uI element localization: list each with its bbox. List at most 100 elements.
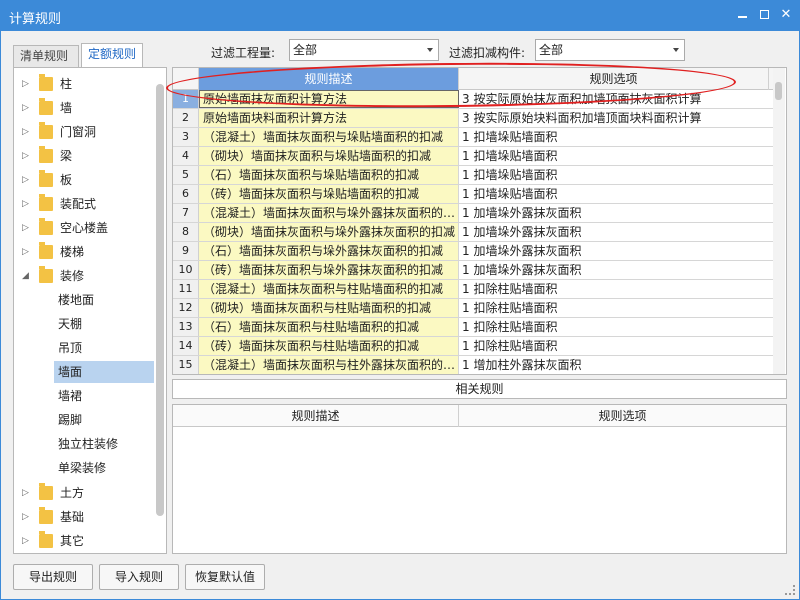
- expand-arrow-icon[interactable]: ▷: [22, 505, 29, 529]
- expand-arrow-icon[interactable]: ▷: [22, 192, 29, 216]
- row-number[interactable]: 10: [173, 261, 199, 279]
- tree-node[interactable]: ▷ 基础: [14, 505, 154, 529]
- tree-node[interactable]: ▷ 楼梯: [14, 240, 154, 264]
- tree-node[interactable]: ▷ 门窗洞: [14, 120, 154, 144]
- tree-node[interactable]: ▷ 柱: [14, 72, 154, 96]
- expand-arrow-icon[interactable]: ▷: [22, 529, 29, 553]
- expand-arrow-icon[interactable]: ▷: [22, 120, 29, 144]
- row-number[interactable]: 7: [173, 204, 199, 222]
- table-row[interactable]: 13 （石）墙面抹灰面积与柱贴墙面积的扣减 1 扣除柱贴墙面积: [173, 318, 773, 337]
- table-row[interactable]: 6 （砖）墙面抹灰面积与垛贴墙面积的扣减 1 扣墙垛贴墙面积: [173, 185, 773, 204]
- tree-scrollbar[interactable]: [156, 84, 164, 516]
- expand-arrow-icon[interactable]: ▷: [22, 144, 29, 168]
- scroll-thumb[interactable]: [775, 82, 782, 100]
- table-row[interactable]: 2 原始墙面块料面积计算方法 3 按实际原始块料面积加墙顶面块料面积计算: [173, 109, 773, 128]
- table-row[interactable]: 9 （石）墙面抹灰面积与垛外露抹灰面积的扣减 1 加墙垛外露抹灰面积: [173, 242, 773, 261]
- row-number[interactable]: 2: [173, 109, 199, 127]
- rule-description-cell[interactable]: （砌块）墙面抹灰面积与垛贴墙面积的扣减: [199, 147, 459, 165]
- tree-leaf[interactable]: 单梁装修: [54, 457, 154, 479]
- table-row[interactable]: 10 （砖）墙面抹灰面积与垛外露抹灰面积的扣减 1 加墙垛外露抹灰面积: [173, 261, 773, 280]
- table-row[interactable]: 8 （砌块）墙面抹灰面积与垛外露抹灰面积的扣减 1 加墙垛外露抹灰面积: [173, 223, 773, 242]
- tree-leaf[interactable]: 天棚: [54, 313, 154, 335]
- maximize-icon[interactable]: [753, 4, 775, 26]
- related-rules-bar[interactable]: 相关规则: [172, 379, 787, 399]
- row-number[interactable]: 5: [173, 166, 199, 184]
- rule-description-cell[interactable]: （混凝土）墙面抹灰面积与柱外露抹灰面积的…: [199, 356, 459, 374]
- row-number[interactable]: 9: [173, 242, 199, 260]
- rule-description-cell[interactable]: 原始墙面块料面积计算方法: [199, 109, 459, 127]
- export-rules-button[interactable]: 导出规则: [13, 564, 93, 590]
- restore-defaults-button[interactable]: 恢复默认值: [185, 564, 265, 590]
- rule-description-cell[interactable]: （混凝土）墙面抹灰面积与垛贴墙面积的扣减: [199, 128, 459, 146]
- table-row[interactable]: 11 （混凝土）墙面抹灰面积与柱贴墙面积的扣减 1 扣除柱贴墙面积: [173, 280, 773, 299]
- row-number[interactable]: 6: [173, 185, 199, 203]
- tree-node[interactable]: ▷ 梁: [14, 144, 154, 168]
- table-row[interactable]: 14 （砖）墙面抹灰面积与柱贴墙面积的扣减 1 扣除柱贴墙面积: [173, 337, 773, 356]
- row-number[interactable]: 4: [173, 147, 199, 165]
- rule-option-cell[interactable]: 1 加墙垛外露抹灰面积: [459, 242, 769, 260]
- rule-option-cell[interactable]: 1 扣墙垛贴墙面积: [459, 147, 769, 165]
- rule-option-cell[interactable]: 1 扣墙垛贴墙面积: [459, 166, 769, 184]
- rule-option-cell[interactable]: 1 扣除柱贴墙面积: [459, 337, 769, 355]
- tree-leaf[interactable]: 楼地面: [54, 289, 154, 311]
- expand-arrow-icon[interactable]: ▷: [22, 216, 29, 240]
- tab-list-rules[interactable]: 清单规则: [13, 45, 79, 67]
- rule-description-cell[interactable]: （石）墙面抹灰面积与垛贴墙面积的扣减: [199, 166, 459, 184]
- rule-description-cell[interactable]: （石）墙面抹灰面积与垛外露抹灰面积的扣减: [199, 242, 459, 260]
- related-desc-header[interactable]: 规则描述: [173, 405, 459, 427]
- rule-option-cell[interactable]: 1 增加柱外露抹灰面积: [459, 356, 769, 374]
- expand-arrow-icon[interactable]: ▷: [22, 481, 29, 505]
- rule-description-cell[interactable]: （砖）墙面抹灰面积与柱贴墙面积的扣减: [199, 337, 459, 355]
- table-row[interactable]: 3 （混凝土）墙面抹灰面积与垛贴墙面积的扣减 1 扣墙垛贴墙面积: [173, 128, 773, 147]
- collapse-arrow-icon[interactable]: ◢: [22, 264, 29, 288]
- import-rules-button[interactable]: 导入规则: [99, 564, 179, 590]
- tree-leaf[interactable]: 踢脚: [54, 409, 154, 431]
- rule-option-cell[interactable]: 1 扣墙垛贴墙面积: [459, 128, 769, 146]
- rule-option-cell[interactable]: 1 加墙垛外露抹灰面积: [459, 261, 769, 279]
- row-number[interactable]: 8: [173, 223, 199, 241]
- close-icon[interactable]: ✕: [775, 4, 797, 26]
- rule-option-cell[interactable]: 1 加墙垛外露抹灰面积: [459, 204, 769, 222]
- rule-description-cell[interactable]: （砌块）墙面抹灰面积与垛外露抹灰面积的扣减: [199, 223, 459, 241]
- resize-grip-icon[interactable]: [785, 585, 795, 595]
- rule-option-cell[interactable]: 1 扣除柱贴墙面积: [459, 318, 769, 336]
- row-number[interactable]: 3: [173, 128, 199, 146]
- row-number[interactable]: 12: [173, 299, 199, 317]
- minimize-icon[interactable]: [731, 4, 753, 26]
- row-number[interactable]: 11: [173, 280, 199, 298]
- related-option-header[interactable]: 规则选项: [459, 405, 786, 427]
- tree-node-expanded[interactable]: ◢ 装修: [14, 264, 154, 288]
- expand-arrow-icon[interactable]: ▷: [22, 168, 29, 192]
- tree-leaf[interactable]: 吊顶: [54, 337, 154, 359]
- tree-leaf[interactable]: 墙裙: [54, 385, 154, 407]
- rule-description-cell[interactable]: （砌块）墙面抹灰面积与柱贴墙面积的扣减: [199, 299, 459, 317]
- row-number[interactable]: 15: [173, 356, 199, 374]
- rule-description-cell[interactable]: （砖）墙面抹灰面积与垛贴墙面积的扣减: [199, 185, 459, 203]
- tree-leaf-selected[interactable]: 墙面: [54, 361, 154, 383]
- row-number[interactable]: 13: [173, 318, 199, 336]
- table-row[interactable]: 5 （石）墙面抹灰面积与垛贴墙面积的扣减 1 扣墙垛贴墙面积: [173, 166, 773, 185]
- rule-description-cell[interactable]: （混凝土）墙面抹灰面积与垛外露抹灰面积的…: [199, 204, 459, 222]
- expand-arrow-icon[interactable]: ▷: [22, 96, 29, 120]
- table-row[interactable]: 12 （砌块）墙面抹灰面积与柱贴墙面积的扣减 1 扣除柱贴墙面积: [173, 299, 773, 318]
- row-number[interactable]: 14: [173, 337, 199, 355]
- rule-option-cell[interactable]: 3 按实际原始块料面积加墙顶面块料面积计算: [459, 109, 769, 127]
- rule-option-cell[interactable]: 1 扣墙垛贴墙面积: [459, 185, 769, 203]
- tree-node[interactable]: ▷ 土方: [14, 481, 154, 505]
- tree-node[interactable]: ▷ 墙: [14, 96, 154, 120]
- tree-node[interactable]: ▷ 装配式: [14, 192, 154, 216]
- grid-scrollbar[interactable]: [773, 68, 785, 374]
- tab-quota-rules[interactable]: 定额规则: [81, 43, 143, 67]
- deduct-filter-select[interactable]: 全部: [535, 39, 685, 61]
- expand-arrow-icon[interactable]: ▷: [22, 72, 29, 96]
- table-row[interactable]: 4 （砌块）墙面抹灰面积与垛贴墙面积的扣减 1 扣墙垛贴墙面积: [173, 147, 773, 166]
- rule-description-cell[interactable]: （混凝土）墙面抹灰面积与柱贴墙面积的扣减: [199, 280, 459, 298]
- tree-node[interactable]: ▷ 其它: [14, 529, 154, 553]
- expand-arrow-icon[interactable]: ▷: [22, 240, 29, 264]
- rule-description-cell[interactable]: （石）墙面抹灰面积与柱贴墙面积的扣减: [199, 318, 459, 336]
- rule-option-cell[interactable]: 1 扣除柱贴墙面积: [459, 280, 769, 298]
- rule-option-cell[interactable]: 1 扣除柱贴墙面积: [459, 299, 769, 317]
- rule-description-cell[interactable]: （砖）墙面抹灰面积与垛外露抹灰面积的扣减: [199, 261, 459, 279]
- table-row[interactable]: 7 （混凝土）墙面抹灰面积与垛外露抹灰面积的… 1 加墙垛外露抹灰面积: [173, 204, 773, 223]
- quantity-filter-select[interactable]: 全部: [289, 39, 439, 61]
